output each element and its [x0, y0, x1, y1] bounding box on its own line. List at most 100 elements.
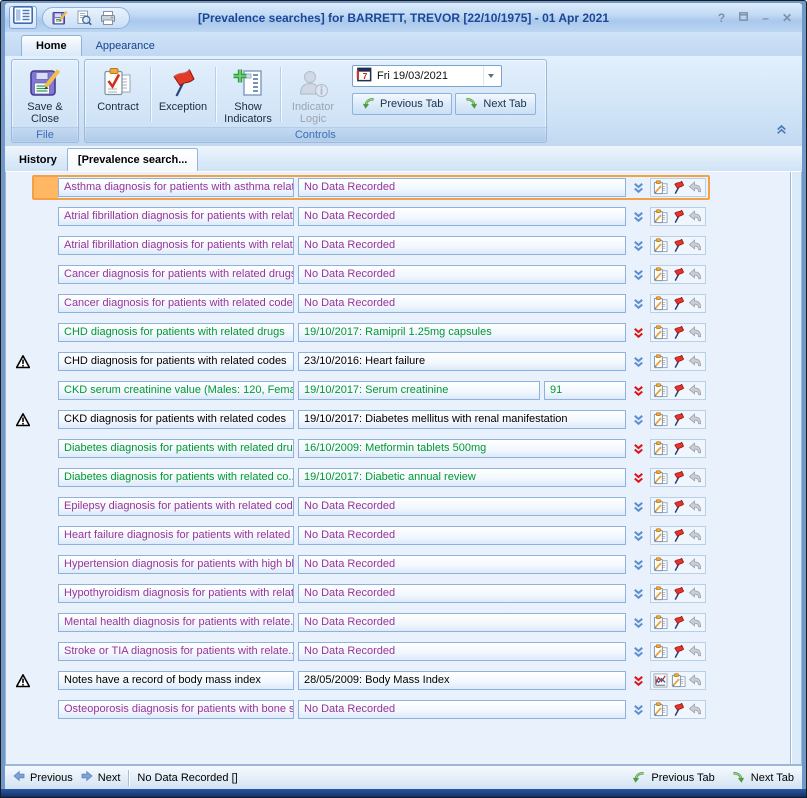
undo-icon[interactable]	[688, 499, 703, 514]
flag-icon[interactable]	[671, 267, 686, 282]
clipboard-edit-icon[interactable]	[653, 296, 668, 311]
clipboard-edit-icon[interactable]	[653, 586, 668, 601]
indicator-name-cell[interactable]: CHD diagnosis for patients with related …	[58, 323, 294, 342]
expand-chevron-icon[interactable]	[626, 355, 650, 369]
flag-icon[interactable]	[671, 586, 686, 601]
previous-tab-button-status[interactable]: Previous Tab	[631, 769, 714, 787]
indicator-value-cell[interactable]: No Data Recorded	[298, 642, 626, 661]
undo-icon[interactable]	[688, 383, 703, 398]
contract-button[interactable]: Contract	[87, 62, 149, 127]
indicator-value-cell[interactable]: No Data Recorded	[298, 555, 626, 574]
indicator-value-cell[interactable]: 16/10/2009: Metformin tablets 500mg	[298, 439, 626, 458]
expand-chevron-icon[interactable]	[626, 239, 650, 253]
expand-chevron-icon[interactable]	[626, 645, 650, 659]
expand-chevron-icon[interactable]	[626, 384, 650, 398]
undo-icon[interactable]	[688, 238, 703, 253]
indicator-name-cell[interactable]: Atrial fibrillation diagnosis for patien…	[58, 236, 294, 255]
undo-icon[interactable]	[688, 412, 703, 427]
indicator-value-cell[interactable]: No Data Recorded	[298, 700, 626, 719]
collapse-ribbon-icon[interactable]	[775, 123, 788, 141]
clipboard-edit-icon[interactable]	[653, 644, 668, 659]
undo-icon[interactable]	[688, 470, 703, 485]
graph-icon[interactable]	[653, 673, 668, 688]
close-icon[interactable]: ✕	[782, 12, 792, 24]
clipboard-edit-icon[interactable]	[653, 383, 668, 398]
indicator-name-cell[interactable]: Asthma diagnosis for patients with asthm…	[58, 178, 294, 197]
flag-icon[interactable]	[671, 383, 686, 398]
tab-history[interactable]: History	[9, 149, 67, 171]
clipboard-edit-icon[interactable]	[653, 557, 668, 572]
flag-icon[interactable]	[671, 702, 686, 717]
indicator-value-cell[interactable]: No Data Recorded	[298, 236, 626, 255]
undo-icon[interactable]	[688, 296, 703, 311]
previous-tab-button[interactable]: Previous Tab	[352, 93, 452, 115]
clipboard-edit-icon[interactable]	[653, 267, 668, 282]
expand-chevron-icon[interactable]	[626, 587, 650, 601]
undo-icon[interactable]	[688, 267, 703, 282]
print-icon[interactable]	[99, 9, 117, 27]
expand-chevron-icon[interactable]	[626, 616, 650, 630]
flag-icon[interactable]	[671, 209, 686, 224]
expand-chevron-icon[interactable]	[626, 297, 650, 311]
reference-date-picker[interactable]: Fri 19/03/2021	[352, 65, 502, 87]
indicator-name-cell[interactable]: Osteoporosis diagnosis for patients with…	[58, 700, 294, 719]
flag-icon[interactable]	[671, 499, 686, 514]
undo-icon[interactable]	[688, 528, 703, 543]
next-button[interactable]: Next	[81, 770, 121, 785]
flag-icon[interactable]	[671, 470, 686, 485]
clipboard-edit-icon[interactable]	[653, 354, 668, 369]
expand-chevron-icon[interactable]	[626, 529, 650, 543]
indicator-name-cell[interactable]: CKD diagnosis for patients with related …	[58, 410, 294, 429]
indicator-name-cell[interactable]: Diabetes diagnosis for patients with rel…	[58, 468, 294, 487]
flag-icon[interactable]	[671, 412, 686, 427]
expand-chevron-icon[interactable]	[626, 210, 650, 224]
clipboard-edit-icon[interactable]	[653, 441, 668, 456]
previous-button[interactable]: Previous	[13, 770, 73, 785]
tab-home[interactable]: Home	[21, 35, 82, 56]
indicator-name-cell[interactable]: CHD diagnosis for patients with related …	[58, 352, 294, 371]
indicator-value-cell[interactable]: No Data Recorded	[298, 207, 626, 226]
indicator-value-cell[interactable]: No Data Recorded	[298, 613, 626, 632]
clipboard-edit-icon[interactable]	[653, 528, 668, 543]
flag-icon[interactable]	[671, 325, 686, 340]
indicator-name-cell[interactable]: Cancer diagnosis for patients with relat…	[58, 294, 294, 313]
save-close-button[interactable]: Save & Close	[14, 62, 76, 127]
flag-icon[interactable]	[671, 644, 686, 659]
undo-icon[interactable]	[688, 702, 703, 717]
indicator-name-cell[interactable]: Notes have a record of body mass index	[58, 671, 294, 690]
clipboard-edit-icon[interactable]	[653, 238, 668, 253]
indicator-name-cell[interactable]: Hypothyroidism diagnosis for patients wi…	[58, 584, 294, 603]
indicator-value-cell[interactable]: 23/10/2016: Heart failure	[298, 352, 626, 371]
clipboard-edit-icon[interactable]	[653, 470, 668, 485]
help-icon[interactable]: ?	[718, 12, 725, 24]
expand-chevron-icon[interactable]	[626, 674, 650, 688]
print-preview-icon[interactable]	[75, 9, 93, 27]
clipboard-edit-icon[interactable]	[671, 673, 686, 688]
indicator-value-cell[interactable]: No Data Recorded	[298, 497, 626, 516]
indicator-name-cell[interactable]: Hypertension diagnosis for patients with…	[58, 555, 294, 574]
undo-icon[interactable]	[688, 325, 703, 340]
expand-chevron-icon[interactable]	[626, 558, 650, 572]
exception-button[interactable]: Exception	[152, 62, 214, 127]
indicator-value-cell[interactable]: 19/10/2017: Diabetic annual review	[298, 468, 626, 487]
indicator-value-cell[interactable]: 19/10/2017: Ramipril 1.25mg capsules	[298, 323, 626, 342]
undo-icon[interactable]	[688, 209, 703, 224]
save-icon[interactable]	[51, 9, 69, 27]
undo-icon[interactable]	[688, 644, 703, 659]
clipboard-edit-icon[interactable]	[653, 412, 668, 427]
indicator-name-cell[interactable]: Stroke or TIA diagnosis for patients wit…	[58, 642, 294, 661]
indicator-value-cell[interactable]: No Data Recorded	[298, 265, 626, 284]
flag-icon[interactable]	[671, 557, 686, 572]
expand-chevron-icon[interactable]	[626, 326, 650, 340]
expand-chevron-icon[interactable]	[626, 703, 650, 717]
flag-icon[interactable]	[671, 441, 686, 456]
clipboard-edit-icon[interactable]	[653, 325, 668, 340]
dropdown-arrow-icon[interactable]	[483, 66, 498, 86]
clipboard-edit-icon[interactable]	[653, 702, 668, 717]
undo-icon[interactable]	[688, 354, 703, 369]
flag-icon[interactable]	[671, 528, 686, 543]
flag-icon[interactable]	[671, 180, 686, 195]
restore-icon[interactable]	[738, 11, 749, 24]
undo-icon[interactable]	[688, 180, 703, 195]
expand-chevron-icon[interactable]	[626, 471, 650, 485]
